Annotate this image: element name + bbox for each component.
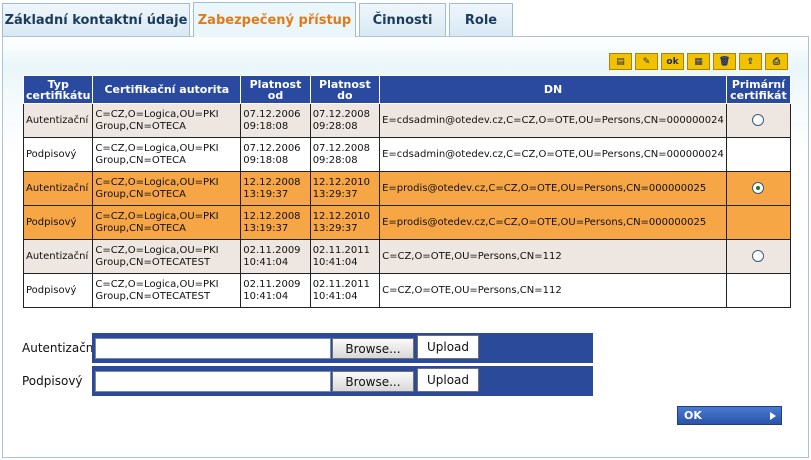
cell-valid-from: 07.12.2006 09:18:08 — [240, 137, 311, 172]
cell-primary — [725, 103, 792, 138]
cell-dn: E=cdsadmin@otedev.cz,C=CZ,O=OTE,OU=Perso… — [379, 103, 727, 138]
cell-type: Autentizační — [22, 103, 94, 138]
sign-browse-button[interactable]: Browse... — [332, 371, 414, 392]
cell-valid-to: 12.12.2010 13:29:37 — [309, 171, 381, 206]
cell-primary — [725, 205, 792, 240]
cell-primary — [725, 171, 792, 206]
tab-activities[interactable]: Činnosti — [359, 3, 446, 36]
upload-auth-label: Autentizační — [22, 341, 97, 355]
sign-upload-button[interactable]: Upload — [417, 368, 479, 392]
primary-radio[interactable] — [752, 250, 765, 262]
ok-icon-label: ok — [666, 56, 679, 67]
cell-primary — [725, 239, 792, 274]
ok-button[interactable]: OK — [677, 406, 782, 425]
edit-icon[interactable]: ✎ — [635, 53, 658, 70]
cell-primary — [725, 137, 792, 172]
tab-role[interactable]: Role — [449, 3, 513, 36]
cell-valid-from: 07.12.2006 09:18:08 — [240, 103, 311, 138]
cell-type: Podpisový — [22, 273, 94, 308]
cell-ca: C=CZ,O=Logica,OU=PKI Group,CN=OTECA — [92, 171, 242, 206]
auth-file-input[interactable] — [95, 338, 331, 359]
tab-secure-access[interactable]: Zabezpečený přístup — [193, 2, 356, 37]
cell-type: Podpisový — [22, 205, 94, 240]
cell-valid-to: 12.12.2010 13:29:37 — [309, 205, 381, 240]
cell-type: Autentizační — [22, 239, 94, 274]
auth-browse-button[interactable]: Browse... — [332, 338, 414, 359]
cell-dn: E=prodis@otedev.cz,C=CZ,O=OTE,OU=Persons… — [379, 171, 727, 206]
table-row[interactable]: Autentizační C=CZ,O=Logica,OU=PKI Group,… — [22, 171, 792, 206]
col-header-valid-from: Platnost od — [240, 75, 311, 104]
col-header-type: Typ certifikátu — [22, 75, 94, 104]
cell-type: Podpisový — [22, 137, 94, 172]
print-icon[interactable]: ⎙ — [765, 53, 788, 70]
arrow-right-icon — [770, 412, 776, 420]
col-header-dn: DN — [379, 75, 727, 104]
certificates-table: Typ certifikátu Certifikační autorita Pl… — [22, 75, 792, 308]
primary-radio[interactable] — [752, 182, 765, 194]
cell-valid-to: 02.11.2011 10:41:04 — [309, 273, 381, 308]
import-icon[interactable]: ⇪ — [739, 53, 762, 70]
cell-primary — [725, 273, 792, 308]
cell-valid-to: 07.12.2008 09:28:08 — [309, 103, 381, 138]
col-header-ca: Certifikační autorita — [92, 75, 242, 104]
tab-label: Role — [464, 12, 498, 28]
delete-icon[interactable]: 🗑 — [713, 53, 736, 70]
primary-radio[interactable] — [752, 114, 765, 126]
cell-dn: E=prodis@otedev.cz,C=CZ,O=OTE,OU=Persons… — [379, 205, 727, 240]
auth-upload-button[interactable]: Upload — [417, 335, 479, 359]
cell-ca: C=CZ,O=Logica,OU=PKI Group,CN=OTECA — [92, 137, 242, 172]
cell-valid-from: 02.11.2009 10:41:04 — [240, 273, 311, 308]
table-row[interactable]: Autentizační C=CZ,O=Logica,OU=PKI Group,… — [22, 103, 792, 138]
ok-icon[interactable]: ok — [661, 53, 684, 70]
table-row[interactable]: Autentizační C=CZ,O=Logica,OU=PKI Group,… — [22, 239, 792, 274]
cell-dn: C=CZ,O=OTE,OU=Persons,CN=112 — [379, 239, 727, 274]
cell-valid-to: 02.11.2011 10:41:04 — [309, 239, 381, 274]
col-header-primary: Primární certifikát — [725, 75, 792, 104]
new-icon[interactable]: ▤ — [609, 53, 632, 70]
tab-label: Základní kontaktní údaje — [4, 12, 188, 28]
cell-valid-from: 12.12.2008 13:19:37 — [240, 205, 311, 240]
table-row[interactable]: Podpisový C=CZ,O=Logica,OU=PKI Group,CN=… — [22, 137, 792, 172]
cell-valid-to: 07.12.2008 09:28:08 — [309, 137, 381, 172]
cell-ca: C=CZ,O=Logica,OU=PKI Group,CN=OTECA — [92, 103, 242, 138]
tab-label: Zabezpečený přístup — [197, 12, 352, 28]
tab-label: Činnosti — [372, 12, 433, 28]
cell-ca: C=CZ,O=Logica,OU=PKI Group,CN=OTECATEST — [92, 239, 242, 274]
cell-type: Autentizační — [22, 171, 94, 206]
ok-button-label: OK — [684, 409, 702, 422]
table-row[interactable]: Podpisový C=CZ,O=Logica,OU=PKI Group,CN=… — [22, 205, 792, 240]
tab-basic-contact[interactable]: Základní kontaktní údaje — [2, 3, 190, 36]
table-header-row: Typ certifikátu Certifikační autorita Pl… — [22, 75, 792, 104]
cell-valid-from: 02.11.2009 10:41:04 — [240, 239, 311, 274]
cell-valid-from: 12.12.2008 13:19:37 — [240, 171, 311, 206]
col-header-valid-to: Platnost do — [309, 75, 381, 104]
table-row[interactable]: Podpisový C=CZ,O=Logica,OU=PKI Group,CN=… — [22, 273, 792, 308]
tab-bar: Základní kontaktní údaje Zabezpečený pří… — [0, 0, 811, 37]
cell-ca: C=CZ,O=Logica,OU=PKI Group,CN=OTECA — [92, 205, 242, 240]
export-icon[interactable]: ▦ — [687, 53, 710, 70]
sign-file-input[interactable] — [95, 371, 331, 392]
upload-sign-label: Podpisový — [22, 374, 83, 388]
toolbar: ▤ ✎ ok ▦ 🗑 ⇪ ⎙ — [609, 53, 788, 70]
cell-dn: C=CZ,O=OTE,OU=Persons,CN=112 — [379, 273, 727, 308]
cell-dn: E=cdsadmin@otedev.cz,C=CZ,O=OTE,OU=Perso… — [379, 137, 727, 172]
cell-ca: C=CZ,O=Logica,OU=PKI Group,CN=OTECATEST — [92, 273, 242, 308]
